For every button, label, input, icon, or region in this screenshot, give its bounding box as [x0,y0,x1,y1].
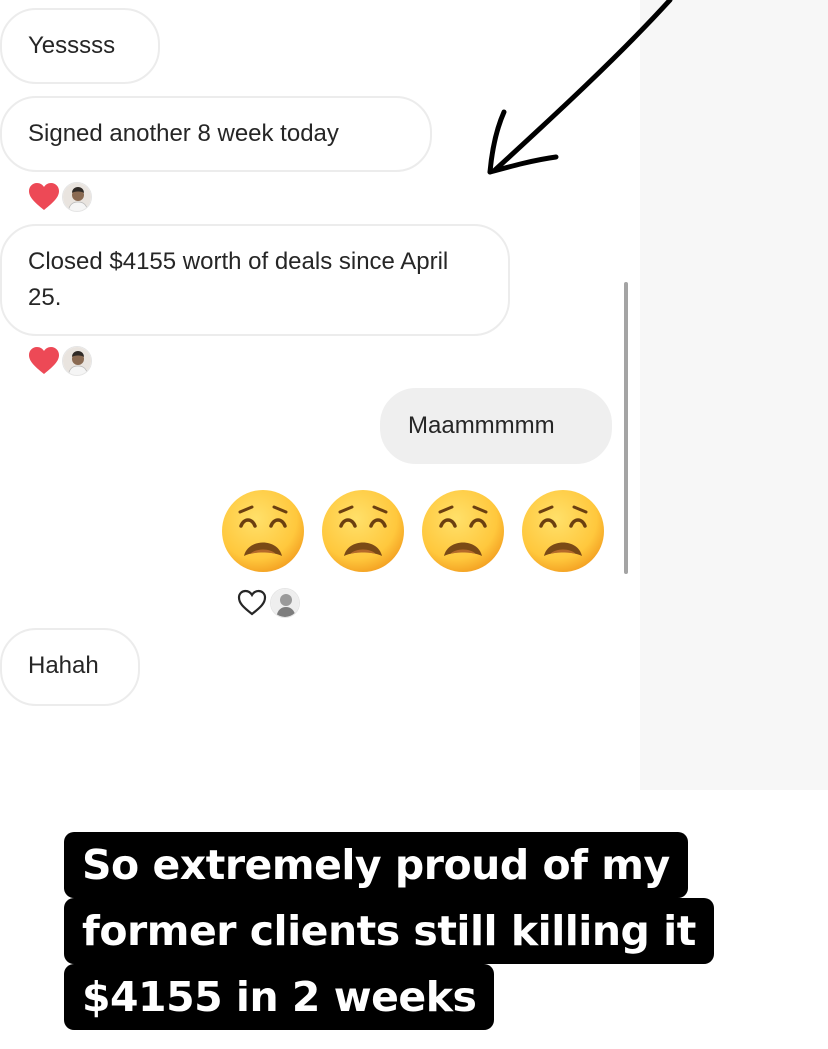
caption-line: former clients still killing it [64,898,714,964]
message-reactions[interactable] [28,182,92,212]
weary-face-emoji [422,490,504,572]
avatar [62,182,92,212]
caption-overlay: So extremely proud of my former clients … [64,832,714,1030]
message-reactions[interactable] [236,588,300,618]
message-text: Closed $4155 worth of deals since April … [28,248,449,311]
message-text: Hahah [28,652,99,679]
weary-face-emoji [322,490,404,572]
emoji-message[interactable] [220,488,606,574]
message-bubble-incoming[interactable]: Hahah [0,628,140,706]
heart-filled-icon [29,347,59,374]
side-panel [640,0,828,790]
caption-line: $4155 in 2 weeks [64,964,495,1030]
scrollbar[interactable] [624,282,628,574]
message-reactions[interactable] [28,346,92,376]
message-bubble-outgoing[interactable]: Maammmmm [380,388,612,464]
heart-outline-icon [237,589,267,616]
message-text: Signed another 8 week today [28,120,339,147]
message-text: Yesssss [28,32,116,59]
weary-face-emoji [522,490,604,572]
message-bubble-incoming[interactable]: Closed $4155 worth of deals since April … [0,224,510,336]
message-bubble-incoming[interactable]: Signed another 8 week today [0,96,432,172]
weary-face-emoji [222,490,304,572]
heart-filled-icon [29,183,59,210]
avatar [62,346,92,376]
message-bubble-incoming[interactable]: Yesssss [0,8,160,84]
caption-line: So extremely proud of my [64,832,688,898]
avatar [270,588,300,618]
message-text: Maammmmm [408,412,555,439]
